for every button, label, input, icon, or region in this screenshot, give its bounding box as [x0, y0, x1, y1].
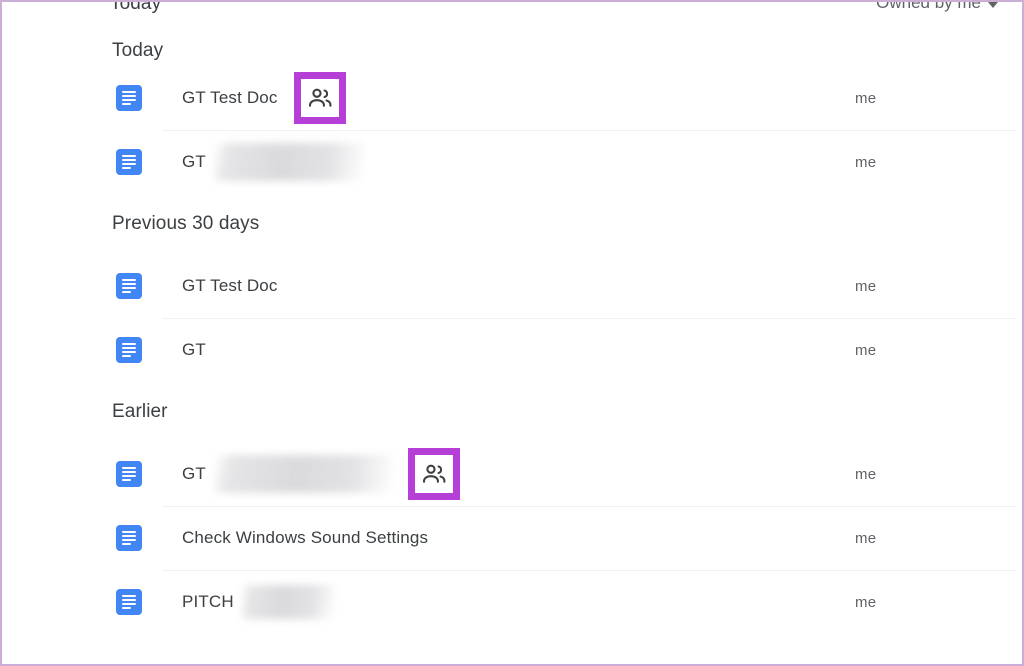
- row-divider: [162, 318, 1016, 319]
- google-docs-icon: [116, 337, 142, 363]
- google-docs-icon: [116, 273, 142, 299]
- document-row[interactable]: GT me: [2, 318, 1022, 382]
- document-title: GT: [182, 152, 206, 171]
- document-title: GT Test Doc: [182, 88, 278, 107]
- people-shared-icon[interactable]: [421, 461, 447, 487]
- group-header-earlier: Earlier: [112, 401, 168, 422]
- document-title-area[interactable]: GT: [182, 340, 1022, 360]
- google-docs-icon: [116, 589, 142, 615]
- document-row[interactable]: GT me: [2, 130, 1022, 194]
- document-row[interactable]: PITCH me: [2, 570, 1022, 634]
- document-row[interactable]: GT Test Doc me: [2, 66, 1022, 130]
- document-title: GT: [182, 340, 206, 359]
- shared-highlight-box: [407, 448, 460, 500]
- people-shared-icon[interactable]: [307, 85, 333, 111]
- document-row[interactable]: Check Windows Sound Settings me: [2, 506, 1022, 570]
- document-title: Check Windows Sound Settings: [182, 528, 429, 547]
- document-row[interactable]: GT Test Doc me: [2, 254, 1022, 318]
- document-title-area[interactable]: PITCH: [182, 585, 1022, 619]
- owner-cell: me: [855, 277, 877, 295]
- google-docs-icon: [116, 149, 142, 175]
- document-title: GT: [182, 464, 206, 483]
- section-header-today: Today: [110, 2, 162, 14]
- google-docs-icon: [116, 525, 142, 551]
- redacted-title-blur: [213, 143, 364, 181]
- document-title-area[interactable]: GT: [182, 143, 1022, 181]
- google-docs-icon: [116, 85, 142, 111]
- shared-highlight-box: [293, 72, 346, 124]
- document-list[interactable]: Today GT Test Doc me GT me Previous 30 days GT…: [2, 20, 1022, 664]
- row-divider: [162, 130, 1016, 131]
- row-divider: [162, 506, 1016, 507]
- document-title-area[interactable]: GT Test Doc: [182, 72, 1022, 124]
- chevron-down-icon: [988, 2, 998, 8]
- owner-cell: me: [855, 341, 877, 359]
- owner-cell: me: [855, 529, 877, 547]
- document-title-area[interactable]: GT Test Doc: [182, 276, 1022, 296]
- document-title-area[interactable]: Check Windows Sound Settings: [182, 528, 1022, 548]
- document-list-screen: Today Owned by me Today GT Test Doc me GT me…: [0, 0, 1024, 666]
- redacted-title-blur: [241, 585, 334, 619]
- list-top-bar: Today Owned by me: [2, 2, 1022, 20]
- document-title: GT Test Doc: [182, 276, 278, 295]
- redacted-title-blur: [213, 455, 394, 493]
- document-title-area[interactable]: GT: [182, 448, 1022, 500]
- document-title: PITCH: [182, 592, 234, 611]
- owner-cell: me: [855, 153, 877, 171]
- google-docs-icon: [116, 461, 142, 487]
- group-header-today: Today: [112, 40, 164, 61]
- owner-filter-label: Owned by me: [876, 2, 981, 12]
- owner-cell: me: [855, 593, 877, 611]
- group-header-previous-30-days: Previous 30 days: [112, 213, 260, 234]
- document-row[interactable]: GT me: [2, 442, 1022, 506]
- owner-cell: me: [855, 465, 877, 483]
- row-divider: [162, 570, 1016, 571]
- owner-cell: me: [855, 89, 877, 107]
- owner-filter-dropdown[interactable]: Owned by me: [876, 2, 998, 13]
